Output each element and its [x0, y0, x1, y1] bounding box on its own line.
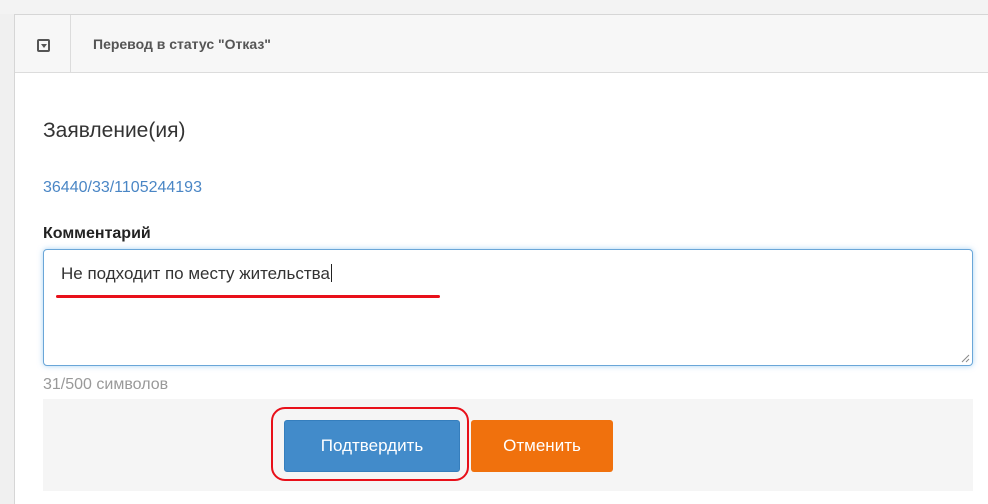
top-strip	[0, 0, 988, 14]
cancel-button[interactable]: Отменить	[471, 420, 613, 472]
collapse-toggle[interactable]	[15, 15, 71, 72]
confirm-button[interactable]: Подтвердить	[284, 420, 460, 472]
application-number-link[interactable]: 36440/33/1105244193	[43, 179, 202, 197]
panel-title: Перевод в статус "Отказ"	[93, 36, 271, 52]
text-caret	[330, 264, 332, 282]
comment-text-value: Не подходит по месту жительства	[61, 264, 332, 284]
status-change-panel: Перевод в статус "Отказ" Заявление(ия) 3…	[14, 14, 988, 504]
actions-footer: Подтвердить Отменить	[43, 399, 973, 491]
application-heading: Заявление(ия)	[43, 119, 186, 142]
resize-handle-icon[interactable]	[960, 353, 970, 363]
comment-value: Не подходит по месту жительства	[61, 264, 330, 283]
collapse-toggle-icon[interactable]	[37, 39, 50, 52]
character-counter: 31/500 символов	[43, 376, 169, 393]
panel-header: Перевод в статус "Отказ"	[15, 15, 988, 73]
comment-textarea[interactable]: Не подходит по месту жительства	[43, 249, 973, 366]
comment-label: Комментарий	[43, 225, 151, 242]
annotation-underline	[56, 295, 440, 298]
